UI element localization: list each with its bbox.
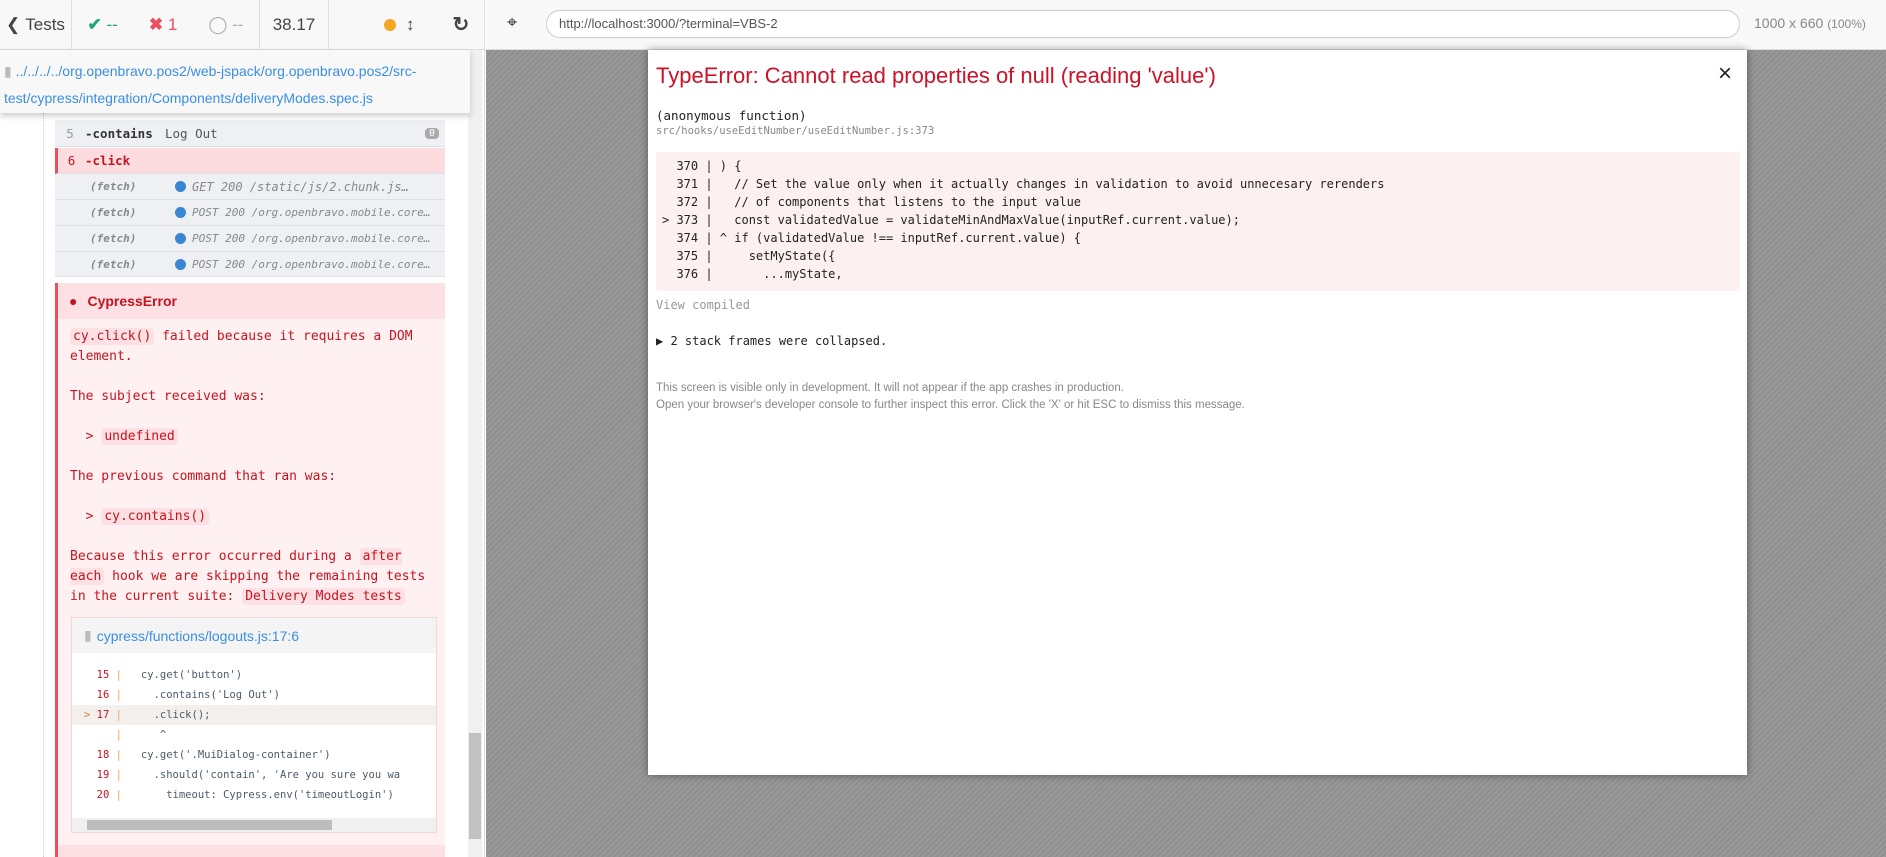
line-marker — [84, 789, 97, 801]
fetch-row[interactable]: (fetch) POST 200 /org.openbravo.mobile.co… — [55, 226, 445, 252]
error-icon: ● — [69, 293, 78, 309]
code-frame-file-link[interactable]: ▮ cypress/functions/logouts.js:17:6 — [72, 618, 436, 653]
chevron-left-icon: ❮ — [6, 14, 21, 34]
close-icon[interactable]: × — [1718, 60, 1732, 88]
failed-count: ✖ 1 — [148, 14, 178, 34]
spec-path[interactable]: ▮ ../../../../org.openbravo.pos2/web-jsp… — [0, 50, 470, 113]
code-line: 15 | cy.get('button') — [72, 665, 436, 685]
reload-icon[interactable]: ↻ — [453, 12, 470, 37]
overlay-footer: This screen is visible only in developme… — [656, 382, 1245, 411]
line-marker — [84, 669, 97, 681]
line-number: 17 — [96, 709, 110, 721]
status-dot-icon — [175, 181, 186, 192]
line-number — [97, 729, 110, 741]
line-code: ^ — [128, 729, 167, 741]
stack-function: (anonymous function) — [656, 108, 807, 123]
check-icon: ✔ — [87, 14, 102, 34]
code-line: 376 | ...myState, — [662, 267, 843, 281]
duration: 38.17 — [260, 0, 329, 50]
status-dot-icon — [384, 18, 396, 31]
horizontal-scrollbar[interactable] — [72, 818, 436, 832]
element-count-badge: 0 — [424, 127, 439, 139]
line-number: 15 — [96, 669, 110, 681]
selector-playground-crosshair-icon[interactable]: ⌖ — [507, 12, 517, 33]
line-number: 19 — [96, 769, 110, 781]
line-code: cy.get('.MuiDialog-container') — [128, 749, 331, 761]
cypress-error-panel: ● CypressError cy.click() failed because … — [55, 283, 445, 857]
line-marker — [84, 689, 97, 701]
error-title: TypeError: Cannot read properties of nul… — [656, 63, 1216, 88]
line-number: 16 — [96, 689, 110, 701]
line-marker — [84, 769, 97, 781]
code-line: 371 | // Set the value only when it actu… — [662, 177, 1385, 191]
status-dot-icon — [175, 233, 186, 244]
file-icon: ▮ — [84, 627, 92, 643]
stack-file[interactable]: src/hooks/useEditNumber/useEditNumber.js… — [656, 125, 934, 137]
code-line: 375 | setMyState({ — [662, 249, 836, 263]
command-row[interactable]: 5 -contains Log Out 0 — [55, 120, 445, 147]
code-line: 16 | .contains('Log Out') — [72, 685, 436, 705]
code-line: > 17 | .click(); — [72, 705, 436, 725]
line-number: 18 — [96, 749, 110, 761]
passed-count: ✔ -- — [87, 14, 118, 34]
code-line: 18 | cy.get('.MuiDialog-container') — [72, 745, 436, 765]
fetch-row[interactable]: (fetch) GET 200 /static/js/2.chunk.js… — [55, 174, 445, 200]
fetch-row[interactable]: (fetch) POST 200 /org.openbravo.mobile.co… — [55, 252, 445, 277]
error-overlay: TypeError: Cannot read properties of nul… — [648, 50, 1747, 775]
x-icon: ✖ — [148, 14, 164, 34]
status-dot-icon — [175, 207, 186, 218]
reporter-header: ❮ Tests ✔ -- ✖ 1 ◯ -- 38.17 ↕ ↻ — [0, 0, 484, 50]
code-line: 370 | ) { — [662, 159, 742, 173]
code-line: > 373 | const validatedValue = validateM… — [662, 213, 1240, 227]
code-line: 20 | timeout: Cypress.env('timeoutLogin'… — [72, 785, 436, 805]
line-code: .should('contain', 'Are you sure you wa — [128, 769, 401, 781]
code-frame: ▮ cypress/functions/logouts.js:17:6 15 | … — [71, 617, 437, 833]
line-marker — [84, 729, 97, 741]
pending-count: ◯ -- — [208, 14, 244, 34]
fetch-row[interactable]: (fetch) POST 200 /org.openbravo.mobile.co… — [55, 200, 445, 226]
url-bar[interactable]: http://localhost:3000/?terminal=VBS-2 — [546, 10, 1740, 38]
line-marker: > — [84, 709, 97, 721]
circle-icon: ◯ — [208, 14, 228, 34]
viewport-size: 1000 x 660 (100%) — [1754, 15, 1866, 31]
code-line: 19 | .should('contain', 'Are you sure yo… — [72, 765, 436, 785]
back-to-tests-button[interactable]: ❮ Tests — [0, 0, 72, 50]
line-number: 20 — [96, 789, 110, 801]
code-line: | ^ — [72, 725, 436, 745]
line-code: .contains('Log Out') — [128, 689, 280, 701]
line-code: cy.get('button') — [128, 669, 243, 681]
status-dot-icon — [175, 258, 186, 270]
browser-toolbar: ⌖ http://localhost:3000/?terminal=VBS-2 … — [486, 0, 1886, 50]
file-icon: ▮ — [4, 63, 12, 79]
code-snippet: 370 | ) { 371 | // Set the value only wh… — [656, 152, 1740, 291]
command-row-failed[interactable]: 6 -click — [55, 148, 445, 174]
code-line: 372 | // of components that listens to t… — [662, 195, 1082, 209]
view-compiled-link[interactable]: View compiled — [656, 298, 750, 312]
vertical-scrollbar[interactable] — [468, 50, 482, 857]
resize-vertical-icon[interactable]: ↕ — [406, 15, 415, 35]
line-marker — [84, 749, 97, 761]
line-code: .click(); — [128, 709, 211, 721]
code-line: 374 | ^ if (validatedValue !== inputRef.… — [662, 231, 1082, 245]
collapsed-frames-toggle[interactable]: ▶ 2 stack frames were collapsed. — [656, 334, 887, 348]
line-code: timeout: Cypress.env('timeoutLogin') — [128, 789, 394, 801]
command-log-panel: ❮ Tests ✔ -- ✖ 1 ◯ -- 38.17 ↕ ↻ ▮ ../../.… — [0, 0, 485, 857]
